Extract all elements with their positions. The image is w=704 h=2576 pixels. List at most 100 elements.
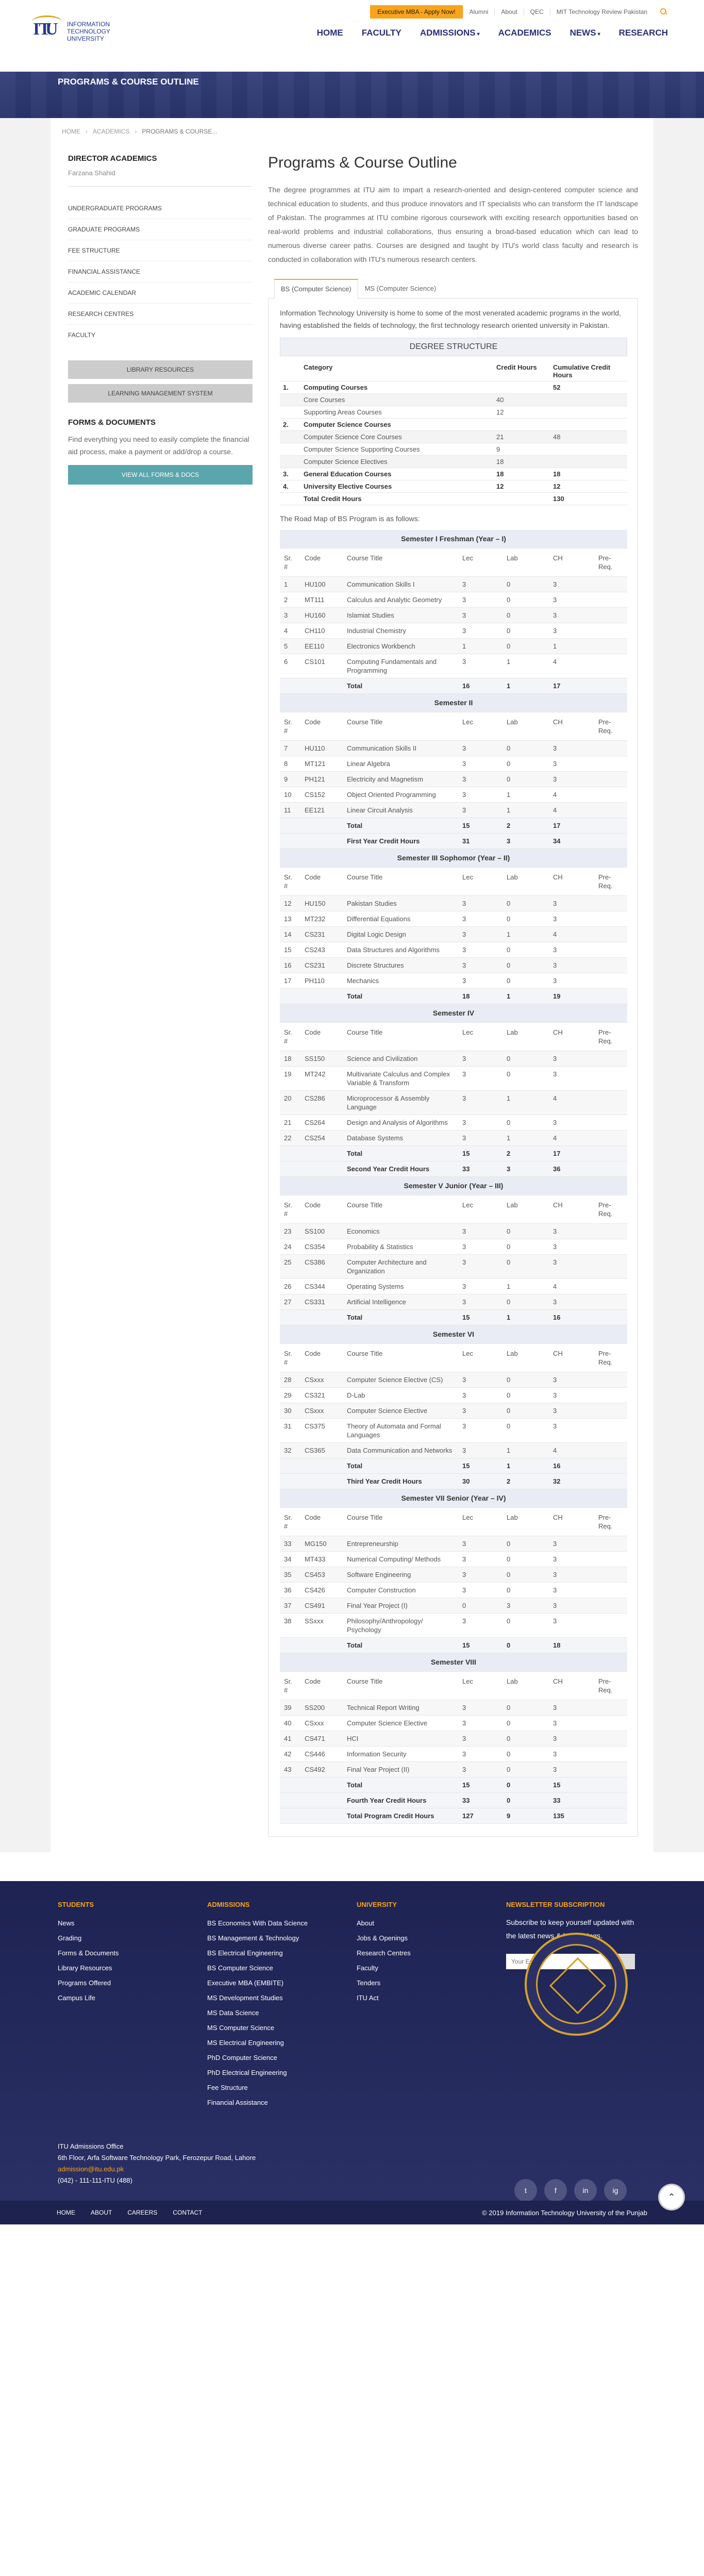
total-spacer: [594, 1458, 627, 1474]
nav-research[interactable]: RESEARCH: [619, 28, 668, 38]
ds-cell-cum: [550, 443, 627, 456]
sidebar-item-research[interactable]: RESEARCH CENTRES: [68, 304, 253, 325]
linkedin-icon[interactable]: in: [574, 2179, 597, 2202]
total-spacer: [594, 1777, 627, 1793]
course-cell: [594, 926, 627, 942]
footer-university-title: UNIVERSITY: [357, 1901, 397, 1908]
course-cell: 3: [549, 592, 594, 608]
course-cell: [594, 973, 627, 989]
course-cell: 37: [280, 1598, 300, 1614]
utility-link-mit[interactable]: MIT Technology Review Pakistan: [549, 8, 653, 15]
view-forms-button[interactable]: VIEW ALL FORMS & DOCS: [68, 465, 253, 485]
ds-cell-n: 2.: [280, 418, 300, 431]
column-header: Sr. #: [280, 867, 300, 896]
course-cell: 3: [458, 771, 502, 787]
semester-heading-row: Semester V Junior (Year – III): [280, 1176, 627, 1195]
course-cell: [594, 1403, 627, 1419]
course-cell: 0: [502, 1387, 549, 1403]
nav-home[interactable]: HOME: [317, 28, 343, 38]
bottom-link-about[interactable]: ABOUT: [91, 2209, 112, 2216]
course-cell: 0: [502, 1223, 549, 1239]
utility-link-alumni[interactable]: Alumni: [462, 8, 495, 15]
utility-link-qec[interactable]: QEC: [523, 8, 550, 15]
footer-link-admissions[interactable]: MS Electrical Engineering: [207, 2035, 357, 2050]
footer-link-admissions[interactable]: Fee Structure: [207, 2080, 357, 2095]
footer-link-university[interactable]: Research Centres: [357, 1946, 506, 1960]
footer-link-students[interactable]: Campus Life: [58, 1990, 207, 2005]
sidebar-item-undergraduate[interactable]: UNDERGRADUATE PROGRAMS: [68, 198, 253, 219]
course-cell: 3: [549, 1294, 594, 1310]
ds-cell-cat: Computer Science Electives: [300, 455, 493, 468]
search-icon[interactable]: [660, 8, 668, 16]
twitter-icon[interactable]: t: [514, 2179, 537, 2202]
footer-link-students[interactable]: Forms & Documents: [58, 1946, 207, 1960]
nav-academics[interactable]: ACADEMICS: [498, 28, 551, 38]
sidebar-item-graduate[interactable]: GRADUATE PROGRAMS: [68, 219, 253, 240]
course-row: 37 CS491 Final Year Project (I) 0 3 3: [280, 1598, 627, 1614]
course-row: 10 CS152 Object Oriented Programming 3 1 4: [280, 787, 627, 803]
course-cell: 0: [502, 756, 549, 772]
nav-faculty[interactable]: FACULTY: [362, 28, 401, 38]
logo-text: Information Technology University: [67, 21, 110, 42]
footer-link-university[interactable]: ITU Act: [357, 1990, 506, 2005]
ds-cell-ch: 12: [493, 406, 550, 419]
footer-link-university[interactable]: About: [357, 1916, 506, 1931]
nav-news[interactable]: NEWS ▾: [570, 28, 600, 38]
footer-link-admissions[interactable]: Executive MBA (EMBITE): [207, 1975, 357, 1990]
footer-link-admissions[interactable]: PhD Computer Science: [207, 2050, 357, 2065]
lms-button[interactable]: LEARNING MANAGEMENT SYSTEM: [68, 384, 253, 403]
breadcrumb-academics[interactable]: ACADEMICS: [93, 128, 129, 135]
bottom-link-contact[interactable]: CONTACT: [173, 2209, 202, 2216]
footer-link-admissions[interactable]: MS Computer Science: [207, 2020, 357, 2035]
site-logo[interactable]: IT U Information Technology University: [32, 15, 124, 47]
footer-link-admissions[interactable]: PhD Electrical Engineering: [207, 2065, 357, 2080]
footer-link-students[interactable]: News: [58, 1916, 207, 1931]
course-row: 33 MG150 Entrepreneurship 3 0 3: [280, 1536, 627, 1552]
course-cell: Industrial Chemistry: [343, 623, 458, 639]
total-cell: 0: [502, 1777, 549, 1793]
sidebar-item-financial[interactable]: FINANCIAL ASSISTANCE: [68, 261, 253, 282]
column-header: Sr. #: [280, 548, 300, 577]
footer-link-admissions[interactable]: BS Economics With Data Science: [207, 1916, 357, 1931]
sidebar-item-fee[interactable]: FEE STRUCTURE: [68, 240, 253, 261]
footer-link-admissions[interactable]: Financial Assistance: [207, 2095, 357, 2110]
footer-link-admissions[interactable]: BS Management & Technology: [207, 1931, 357, 1946]
utility-link-about[interactable]: About: [494, 8, 523, 15]
emba-apply-button[interactable]: Executive MBA - Apply Now!: [370, 5, 463, 19]
footer-link-admissions[interactable]: BS Computer Science: [207, 1960, 357, 1975]
tab-ms-cs[interactable]: MS (Computer Science): [358, 279, 443, 298]
column-header-row: Sr. # Code Course Title Lec Lab CH Pre-Req.: [280, 1022, 627, 1051]
footer-link-students[interactable]: Programs Offered: [58, 1975, 207, 1990]
library-resources-button[interactable]: LIBRARY RESOURCES: [68, 360, 253, 379]
course-cell: 3: [458, 1115, 502, 1131]
course-row: 39 SS200 Technical Report Writing 3 0 3: [280, 1700, 627, 1716]
breadcrumb-home[interactable]: HOME: [62, 128, 80, 135]
tab-bs-cs[interactable]: BS (Computer Science): [274, 279, 358, 298]
footer-link-students[interactable]: Grading: [58, 1931, 207, 1946]
sidebar-item-calendar[interactable]: ACADEMIC CALENDAR: [68, 282, 253, 304]
course-cell: 4: [549, 926, 594, 942]
facebook-icon[interactable]: f: [544, 2179, 567, 2202]
footer-link-university[interactable]: Tenders: [357, 1975, 506, 1990]
total-row: Total Program Credit Hours 127 9 135: [280, 1808, 627, 1824]
back-to-top-icon[interactable]: ⌃: [660, 2185, 683, 2209]
nav-admissions[interactable]: ADMISSIONS ▾: [420, 28, 480, 38]
bottom-link-careers[interactable]: CAREERS: [127, 2209, 157, 2216]
ds-cell-n: 4.: [280, 480, 300, 493]
sidebar-item-faculty[interactable]: FACULTY: [68, 325, 253, 346]
address-email[interactable]: admission@itu.edu.pk: [58, 2164, 646, 2175]
ds-cell-cum: [550, 406, 627, 419]
footer-link-students[interactable]: Library Resources: [58, 1960, 207, 1975]
footer-link-university[interactable]: Faculty: [357, 1960, 506, 1975]
course-cell: 0: [502, 973, 549, 989]
ds-cell-cat: Computer Science Courses: [300, 418, 493, 431]
bottom-link-home[interactable]: HOME: [57, 2209, 75, 2216]
footer-link-admissions[interactable]: MS Data Science: [207, 2005, 357, 2020]
footer-link-admissions[interactable]: BS Electrical Engineering: [207, 1946, 357, 1960]
total-cell: 15: [458, 1637, 502, 1653]
instagram-icon[interactable]: ig: [604, 2179, 627, 2202]
ds-row: Supporting Areas Courses 12: [280, 406, 627, 419]
course-row: 4 CH110 Industrial Chemistry 3 0 3: [280, 623, 627, 639]
footer-link-university[interactable]: Jobs & Openings: [357, 1931, 506, 1946]
footer-link-admissions[interactable]: MS Development Studies: [207, 1990, 357, 2005]
